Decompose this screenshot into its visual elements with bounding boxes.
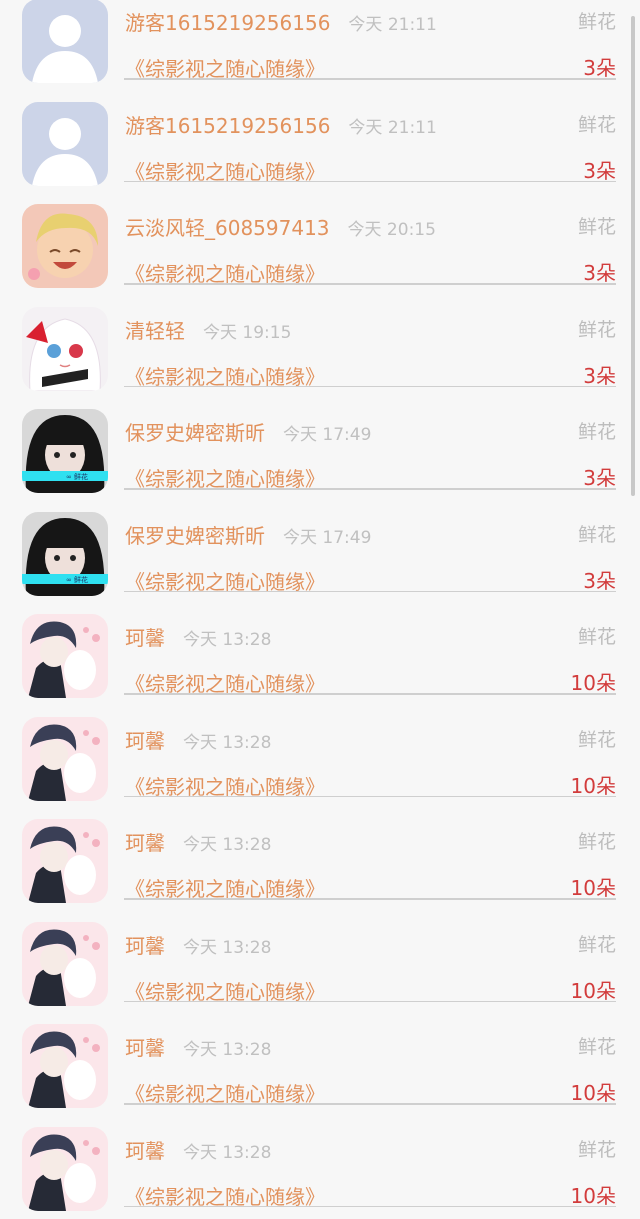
user-name[interactable]: 游客1615219256156今天 21:11	[125, 110, 437, 139]
timestamp: 今天 13:28	[183, 938, 271, 958]
row-divider	[124, 898, 616, 900]
flower-count: 10朵	[571, 872, 616, 901]
blond-cartoon-avatar[interactable]	[22, 204, 108, 288]
row-divider	[124, 1001, 616, 1003]
user-name[interactable]: 云淡风轻_608597413今天 20:15	[125, 212, 436, 241]
flower-count: 10朵	[571, 1077, 616, 1106]
anime-boy-avatar[interactable]	[22, 922, 108, 1006]
timestamp: 今天 13:28	[183, 733, 271, 753]
scrollbar[interactable]	[631, 16, 635, 496]
anime-boy-avatar[interactable]	[22, 1127, 108, 1211]
row-divider	[124, 591, 616, 593]
user-name[interactable]: 珂馨今天 13:28	[125, 622, 271, 651]
user-name[interactable]: 珂馨今天 13:28	[125, 1032, 271, 1061]
list-item[interactable]: ∞ 鲜花 保罗史婢密斯昕今天 17:49 鲜花 《综影视之随心随缘》 3朵	[0, 502, 640, 605]
anime-boy-avatar[interactable]	[22, 819, 108, 903]
girl-photo-avatar[interactable]: ∞ 鲜花	[22, 409, 108, 493]
anime-boy-avatar[interactable]	[22, 1024, 108, 1108]
default-avatar[interactable]	[22, 102, 108, 186]
list-item[interactable]: ∞ 鲜花 保罗史婢密斯昕今天 17:49 鲜花 《综影视之随心随缘》 3朵	[0, 399, 640, 502]
list-item[interactable]: 珂馨今天 13:28 鲜花 《综影视之随心随缘》 10朵	[0, 912, 640, 1015]
list-item[interactable]: 清轻轻今天 19:15 鲜花 《综影视之随心随缘》 3朵	[0, 297, 640, 400]
row-divider	[124, 78, 616, 80]
timestamp: 今天 17:49	[283, 528, 371, 548]
gift-type-label: 鲜花	[578, 520, 616, 547]
row-divider	[124, 386, 616, 388]
gift-type-label: 鲜花	[578, 827, 616, 854]
row-divider	[124, 488, 616, 490]
row-divider	[124, 1206, 616, 1208]
list-item[interactable]: 云淡风轻_608597413今天 20:15 鲜花 《综影视之随心随缘》 3朵	[0, 194, 640, 297]
svg-text:∞ 鲜花: ∞ 鲜花	[66, 575, 88, 584]
gift-type-label: 鲜花	[578, 622, 616, 649]
user-name[interactable]: 保罗史婢密斯昕今天 17:49	[125, 520, 371, 549]
flower-count: 10朵	[571, 667, 616, 696]
gift-type-label: 鲜花	[578, 930, 616, 957]
flower-count: 10朵	[571, 1180, 616, 1209]
timestamp: 今天 13:28	[183, 1143, 271, 1163]
row-divider	[124, 181, 616, 183]
timestamp: 今天 13:28	[183, 1040, 271, 1060]
flower-count: 10朵	[571, 975, 616, 1004]
row-divider	[124, 693, 616, 695]
timestamp: 今天 21:11	[348, 118, 436, 138]
list-item[interactable]: 游客1615219256156今天 21:11 鲜花 《综影视之随心随缘》 3朵	[0, 0, 640, 92]
list-item[interactable]: 珂馨今天 13:28 鲜花 《综影视之随心随缘》 10朵	[0, 1117, 640, 1219]
flower-count: 3朵	[583, 565, 616, 594]
gift-type-label: 鲜花	[578, 725, 616, 752]
default-avatar[interactable]	[22, 0, 108, 83]
user-name[interactable]: 保罗史婢密斯昕今天 17:49	[125, 417, 371, 446]
flower-gift-list: 游客1615219256156今天 21:11 鲜花 《综影视之随心随缘》 3朵…	[0, 0, 640, 1219]
row-divider	[124, 1103, 616, 1105]
flower-count: 10朵	[571, 770, 616, 799]
list-item[interactable]: 珂馨今天 13:28 鲜花 《综影视之随心随缘》 10朵	[0, 809, 640, 912]
gift-type-label: 鲜花	[578, 212, 616, 239]
list-item[interactable]: 珂馨今天 13:28 鲜花 《综影视之随心随缘》 10朵	[0, 604, 640, 707]
user-name[interactable]: 清轻轻今天 19:15	[125, 315, 291, 344]
row-divider	[124, 796, 616, 798]
flower-count: 3朵	[583, 52, 616, 81]
flower-count: 3朵	[583, 462, 616, 491]
anime-boy-avatar[interactable]	[22, 614, 108, 698]
timestamp: 今天 21:11	[348, 15, 436, 35]
gift-type-label: 鲜花	[578, 1135, 616, 1162]
flower-count: 3朵	[583, 155, 616, 184]
row-divider	[124, 283, 616, 285]
timestamp: 今天 13:28	[183, 630, 271, 650]
anime-girl-avatar[interactable]	[22, 307, 108, 391]
gift-type-label: 鲜花	[578, 315, 616, 342]
anime-boy-avatar[interactable]	[22, 717, 108, 801]
list-item[interactable]: 珂馨今天 13:28 鲜花 《综影视之随心随缘》 10朵	[0, 707, 640, 810]
timestamp: 今天 17:49	[283, 425, 371, 445]
timestamp: 今天 13:28	[183, 835, 271, 855]
flower-count: 3朵	[583, 257, 616, 286]
user-name[interactable]: 珂馨今天 13:28	[125, 827, 271, 856]
user-name[interactable]: 珂馨今天 13:28	[125, 725, 271, 754]
flower-count: 3朵	[583, 360, 616, 389]
list-item[interactable]: 珂馨今天 13:28 鲜花 《综影视之随心随缘》 10朵	[0, 1014, 640, 1117]
user-name[interactable]: 珂馨今天 13:28	[125, 1135, 271, 1164]
user-name[interactable]: 游客1615219256156今天 21:11	[125, 7, 437, 36]
list-item[interactable]: 游客1615219256156今天 21:11 鲜花 《综影视之随心随缘》 3朵	[0, 92, 640, 195]
svg-text:∞ 鲜花: ∞ 鲜花	[66, 472, 88, 481]
gift-type-label: 鲜花	[578, 1032, 616, 1059]
gift-type-label: 鲜花	[578, 7, 616, 34]
gift-type-label: 鲜花	[578, 110, 616, 137]
timestamp: 今天 20:15	[348, 220, 436, 240]
timestamp: 今天 19:15	[203, 323, 291, 343]
girl-photo-avatar[interactable]: ∞ 鲜花	[22, 512, 108, 596]
user-name[interactable]: 珂馨今天 13:28	[125, 930, 271, 959]
gift-type-label: 鲜花	[578, 417, 616, 444]
